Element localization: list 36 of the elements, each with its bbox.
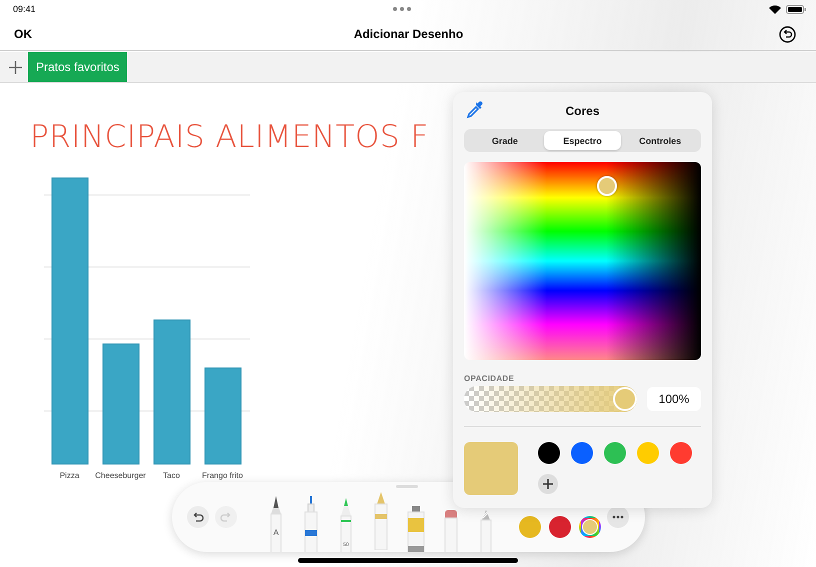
revert-icon[interactable] — [778, 26, 796, 42]
segment-tab[interactable]: Grade — [466, 131, 544, 150]
undo-icon[interactable] — [187, 506, 209, 528]
segment-tab[interactable]: Espectro — [544, 131, 622, 150]
axis-label: Cheeseburger — [95, 471, 146, 480]
segment-tab[interactable]: Controles — [621, 131, 700, 150]
ok-button[interactable]: OK — [8, 25, 38, 43]
screen-title: Adicionar Desenho — [354, 27, 464, 41]
spectrum-thumb[interactable] — [597, 176, 617, 196]
opacity-value[interactable]: 100% — [647, 387, 701, 411]
color-swatch[interactable] — [538, 442, 560, 464]
slide-title: PRINCIPAIS ALIMENTOS F — [30, 119, 430, 155]
color-swatch[interactable] — [571, 442, 593, 464]
eyedropper-icon[interactable] — [466, 101, 484, 119]
opacity-slider[interactable] — [464, 386, 637, 412]
opacity-label: OPACIDADE — [464, 374, 516, 383]
add-icon[interactable] — [9, 60, 22, 74]
multitasking-dots-icon[interactable] — [393, 7, 412, 11]
color-swatch[interactable] — [519, 516, 541, 538]
color-swatch[interactable] — [637, 442, 659, 464]
color-swatch[interactable] — [670, 442, 692, 464]
color-spectrum[interactable] — [464, 162, 701, 360]
popover-title: Cores — [565, 104, 600, 118]
status-time: 09:41 — [13, 4, 36, 14]
color-swatch[interactable] — [604, 442, 626, 464]
axis-label: Frango frito — [201, 471, 244, 480]
color-picker-button[interactable] — [579, 516, 601, 538]
axis-label: Taco — [162, 471, 181, 480]
add-color-button[interactable] — [538, 474, 558, 494]
color-swatch[interactable] — [549, 516, 571, 538]
plus-icon — [543, 479, 553, 489]
wifi-icon — [769, 4, 781, 14]
axis-label: Pizza — [58, 471, 80, 480]
tool-label: A — [272, 528, 280, 537]
more-icon[interactable] — [607, 506, 629, 528]
battery-icon — [786, 4, 806, 14]
